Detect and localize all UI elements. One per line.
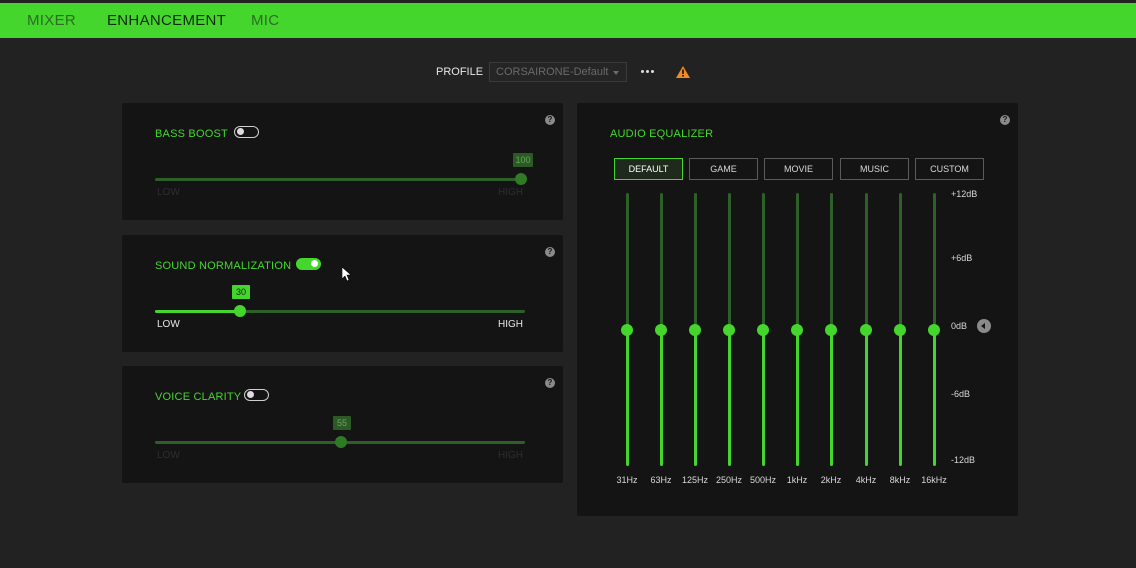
- tab-mixer[interactable]: MIXER: [27, 3, 76, 38]
- bass-boost-value-badge: 100: [513, 153, 533, 167]
- voice-clarity-value-badge: 55: [333, 416, 351, 430]
- reset-eq-icon[interactable]: [977, 319, 991, 333]
- profile-dropdown[interactable]: CORSAIRONE-Default: [489, 62, 627, 82]
- bass-boost-high-label: HIGH: [498, 187, 523, 198]
- eq-thumb[interactable]: [894, 323, 906, 336]
- sound-normalization-slider-fill: [155, 310, 240, 313]
- eq-band-label: 16kHz: [921, 475, 947, 485]
- eq-track-upper[interactable]: [932, 193, 936, 330]
- mouse-cursor-icon: [342, 267, 352, 282]
- profile-selected-value: CORSAIRONE-Default: [496, 66, 609, 78]
- eq-thumb[interactable]: [757, 323, 769, 336]
- sound-normalization-low-label: LOW: [157, 319, 180, 330]
- eq-thumb[interactable]: [621, 323, 633, 336]
- eq-track-upper[interactable]: [829, 193, 833, 330]
- voice-clarity-toggle[interactable]: [244, 389, 269, 401]
- top-nav: MIXER ENHANCEMENT MIC: [0, 3, 1136, 38]
- eq-thumb[interactable]: [791, 323, 803, 336]
- eq-track-lower[interactable]: [829, 329, 833, 466]
- preset-custom-button[interactable]: CUSTOM: [915, 158, 984, 180]
- eq-track-lower[interactable]: [693, 329, 697, 466]
- sound-normalization-panel: ? SOUND NORMALIZATION 30 LOW HIGH: [122, 235, 563, 352]
- chevron-down-icon: [613, 71, 619, 75]
- eq-track-upper[interactable]: [727, 193, 731, 330]
- eq-track-upper[interactable]: [761, 193, 765, 330]
- tab-mic[interactable]: MIC: [251, 3, 279, 38]
- eq-band-label: 2kHz: [820, 475, 842, 485]
- preset-movie-button[interactable]: MOVIE: [764, 158, 833, 180]
- sound-normalization-value-badge: 30: [232, 285, 250, 299]
- eq-track-upper[interactable]: [625, 193, 629, 330]
- profile-label: PROFILE: [436, 66, 484, 78]
- sound-normalization-toggle[interactable]: [296, 258, 321, 270]
- sound-normalization-slider-thumb[interactable]: [234, 305, 246, 317]
- voice-clarity-title: VOICE CLARITY: [155, 391, 242, 403]
- bass-boost-slider-track[interactable]: [155, 178, 525, 181]
- voice-clarity-low-label: LOW: [157, 450, 180, 461]
- preset-game-button[interactable]: GAME: [689, 158, 758, 180]
- eq-thumb[interactable]: [928, 323, 940, 336]
- help-icon[interactable]: ?: [1000, 115, 1010, 125]
- eq-thumb[interactable]: [723, 323, 735, 336]
- voice-clarity-high-label: HIGH: [498, 450, 523, 461]
- sound-normalization-title: SOUND NORMALIZATION: [155, 260, 292, 272]
- warning-triangle-icon[interactable]: [676, 66, 690, 78]
- bass-boost-toggle[interactable]: [234, 126, 259, 138]
- db-label-minus12: -12dB: [951, 455, 976, 465]
- eq-track-upper[interactable]: [659, 193, 663, 330]
- bass-boost-title: BASS BOOST: [155, 128, 228, 140]
- help-icon[interactable]: ?: [545, 378, 555, 388]
- eq-track-lower[interactable]: [795, 329, 799, 466]
- eq-track-upper[interactable]: [864, 193, 868, 330]
- db-label-minus6: -6dB: [951, 389, 971, 399]
- eq-track-lower[interactable]: [761, 329, 765, 466]
- sound-normalization-high-label: HIGH: [498, 319, 523, 330]
- bass-boost-slider-thumb[interactable]: [515, 173, 527, 185]
- audio-equalizer-title: AUDIO EQUALIZER: [610, 128, 714, 140]
- eq-track-lower[interactable]: [898, 329, 902, 466]
- help-icon[interactable]: ?: [545, 115, 555, 125]
- eq-thumb[interactable]: [655, 323, 667, 336]
- bass-boost-panel: ? BASS BOOST 100 LOW HIGH: [122, 103, 563, 220]
- eq-track-lower[interactable]: [727, 329, 731, 466]
- preset-music-button[interactable]: MUSIC: [840, 158, 909, 180]
- db-label-plus6: +6dB: [951, 253, 973, 263]
- eq-track-upper[interactable]: [795, 193, 799, 330]
- eq-track-lower[interactable]: [932, 329, 936, 466]
- preset-default-button[interactable]: DEFAULT: [614, 158, 683, 180]
- bass-boost-low-label: LOW: [157, 187, 180, 198]
- eq-track-upper[interactable]: [898, 193, 902, 330]
- eq-thumb[interactable]: [689, 323, 701, 336]
- eq-track-lower[interactable]: [625, 329, 629, 466]
- tab-enhancement[interactable]: ENHANCEMENT: [107, 3, 226, 38]
- help-icon[interactable]: ?: [545, 247, 555, 257]
- eq-track-lower[interactable]: [659, 329, 663, 466]
- eq-track-lower[interactable]: [864, 329, 868, 466]
- db-label-0: 0dB: [951, 321, 968, 331]
- db-label-plus12: +12dB: [951, 189, 978, 199]
- eq-thumb[interactable]: [860, 323, 872, 336]
- eq-thumb[interactable]: [825, 323, 837, 336]
- voice-clarity-panel: ? VOICE CLARITY 55 LOW HIGH: [122, 366, 563, 483]
- eq-track-upper[interactable]: [693, 193, 697, 330]
- more-horizontal-icon[interactable]: [640, 66, 654, 76]
- voice-clarity-slider-thumb[interactable]: [335, 436, 347, 448]
